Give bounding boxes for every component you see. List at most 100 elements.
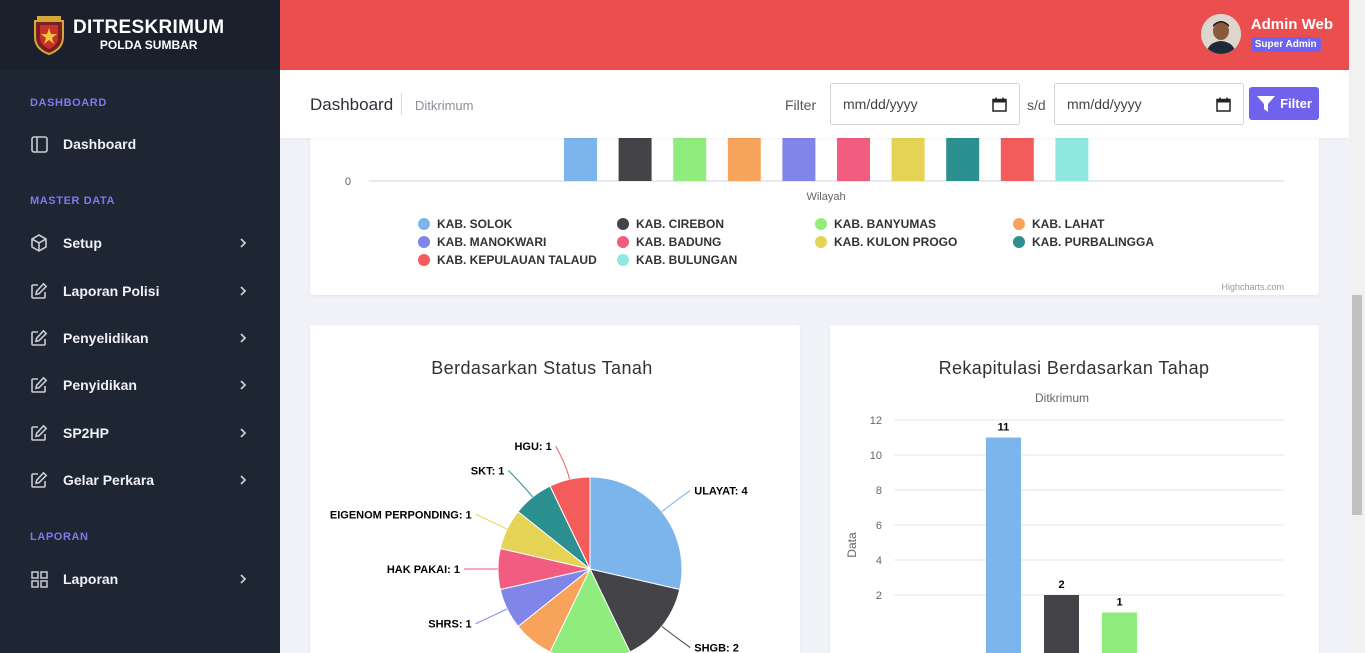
pie-connector: [555, 445, 571, 480]
chevron-right-icon: [236, 378, 250, 392]
legend-marker: [617, 218, 629, 230]
y-tick-label: 6: [876, 520, 882, 532]
avatar[interactable]: [1200, 14, 1241, 54]
y-tick-label: 10: [870, 450, 882, 462]
y-tick-label: 8: [876, 485, 882, 497]
bar: [986, 437, 1021, 653]
bar-data-label: 2: [1058, 579, 1064, 591]
date-from-placeholder: mm/dd/yyyy: [843, 96, 918, 112]
legend-marker: [815, 236, 827, 248]
cube-icon: [30, 234, 48, 252]
page-toolbar: Dashboard Ditkrimum Filter mm/dd/yyyy s/…: [280, 70, 1349, 138]
tahap-bar-chart: Rekapitulasi Berdasarkan Tahap Ditkrimum 2…: [845, 358, 1284, 653]
chevron-right-icon: [236, 572, 250, 586]
chart-credits: Highcharts.com: [1221, 282, 1284, 292]
sidebar: DITRESKRIMUM POLDA SUMBAR DASHBOARD Dash…: [0, 0, 280, 653]
calendar-icon[interactable]: [992, 97, 1007, 112]
scrollbar-thumb[interactable]: [1352, 295, 1362, 515]
chevron-right-icon: [236, 331, 250, 345]
sidebar-item-penyelidikan[interactable]: Penyelidikan: [30, 323, 250, 353]
legend-marker: [418, 236, 430, 248]
chart-subtitle: Ditkrimum: [1035, 391, 1089, 405]
date-to-placeholder: mm/dd/yyyy: [1067, 96, 1142, 112]
section-master-data: MASTER DATA: [30, 195, 116, 207]
sidebar-item-sp2hp[interactable]: SP2HP: [30, 418, 250, 448]
y-axis-title: Data: [845, 532, 859, 558]
pie-data-label: SHRS: 1: [428, 619, 471, 631]
legend-item: KAB. BULUNGAN: [636, 253, 737, 267]
legend-marker: [1013, 218, 1025, 230]
bar-data-label: 1: [1116, 597, 1122, 609]
breadcrumb: Ditkrimum: [415, 98, 474, 113]
wilayah-chart-card: 0 Wilayah KAB. SOLOK KAB. CIREBON KAB. BANYU…: [310, 120, 1319, 295]
legend-marker: [418, 254, 430, 266]
status-tanah-pie-chart: Berdasarkan Status Tanah ULAYAT: 4 SHGB: 2…: [330, 358, 749, 653]
legend-marker: [418, 218, 430, 230]
pie-connector: [475, 608, 508, 625]
breadcrumb-divider: [401, 93, 402, 115]
filter-icon: [1257, 95, 1276, 112]
section-laporan: LAPORAN: [30, 531, 89, 543]
legend-item: KAB. BADUNG: [636, 235, 721, 249]
sidebar-item-label: SP2HP: [63, 425, 109, 441]
sidebar-item-setup[interactable]: Setup: [30, 228, 250, 258]
pie-connector: [661, 490, 691, 513]
legend-marker: [617, 236, 629, 248]
brand-subtitle: POLDA SUMBAR: [99, 38, 198, 52]
page-title: Dashboard: [310, 95, 394, 114]
y-tick-label: 4: [876, 555, 882, 567]
date-from-input[interactable]: mm/dd/yyyy: [830, 83, 1020, 125]
date-to-input[interactable]: mm/dd/yyyy: [1054, 83, 1244, 125]
bar: [1044, 595, 1079, 653]
edit-icon: [30, 376, 48, 394]
user-role-badge: Super Admin: [1250, 37, 1321, 52]
bar-data-label: 11: [998, 422, 1010, 434]
pie-data-label: HAK PAKAI: 1: [387, 564, 460, 576]
grid-icon: [30, 570, 48, 588]
sidebar-item-gelar-perkara[interactable]: Gelar Perkara: [30, 465, 250, 495]
pie-data-label: SKT: 1: [471, 465, 505, 477]
pie-connector: [475, 513, 508, 530]
sidebar-item-label: Penyelidikan: [63, 330, 149, 346]
filter-button-label: Filter: [1280, 96, 1312, 111]
filter-label: Filter: [785, 97, 817, 113]
sidebar-item-label: Penyidikan: [63, 377, 137, 393]
legend-item: KAB. SOLOK: [437, 217, 513, 231]
sidebar-item-label: Laporan Polisi: [63, 283, 160, 299]
sidebar-item-penyidikan[interactable]: Penyidikan: [30, 370, 250, 400]
section-dashboard: DASHBOARD: [30, 97, 107, 109]
pie-connector: [508, 470, 534, 498]
pie-data-label: ULAYAT: 4: [694, 485, 748, 497]
user-name: Admin Web: [1250, 16, 1333, 33]
pie-data-label: EIGENOM PERPONDING: 1: [330, 509, 472, 521]
x-axis-title: Wilayah: [806, 191, 845, 203]
sidebar-item-label: Dashboard: [63, 136, 137, 152]
y-tick-label: 0: [345, 176, 351, 188]
page-scrollbar[interactable]: [1349, 0, 1365, 653]
wilayah-bar-chart: 0 Wilayah KAB. SOLOK KAB. CIREBON KAB. BANYU…: [345, 120, 1284, 292]
y-tick-label: 12: [870, 415, 882, 427]
sidebar-item-dashboard[interactable]: Dashboard: [30, 129, 250, 159]
date-range-separator: s/d: [1027, 97, 1046, 113]
chevron-right-icon: [236, 473, 250, 487]
chevron-right-icon: [236, 284, 250, 298]
legend-item: KAB. LAHAT: [1032, 217, 1105, 231]
status-tanah-card: Berdasarkan Status Tanah ULAYAT: 4 SHGB: 2…: [310, 325, 800, 653]
calendar-icon[interactable]: [1216, 97, 1231, 112]
pie-data-label: SHGB: 2: [694, 643, 739, 653]
brand[interactable]: DITRESKRIMUM POLDA SUMBAR: [0, 0, 280, 70]
sidebar-item-laporan-polisi[interactable]: Laporan Polisi: [30, 276, 250, 306]
filter-button[interactable]: Filter: [1249, 87, 1319, 120]
user-menu[interactable]: Admin Web Super Admin: [1200, 14, 1333, 54]
legend-marker: [1013, 236, 1025, 248]
edit-icon: [30, 282, 48, 300]
chevron-right-icon: [236, 426, 250, 440]
bar: [1102, 612, 1137, 653]
edit-icon: [30, 471, 48, 489]
sidebar-item-laporan[interactable]: Laporan: [30, 564, 250, 594]
brand-name: DITRESKRIMUM: [73, 17, 225, 38]
edit-icon: [30, 424, 48, 442]
legend-item: KAB. KEPULAUAN TALAUD: [437, 253, 597, 267]
pie-connector: [661, 625, 691, 648]
legend-item: KAB. MANOKWARI: [437, 235, 546, 249]
